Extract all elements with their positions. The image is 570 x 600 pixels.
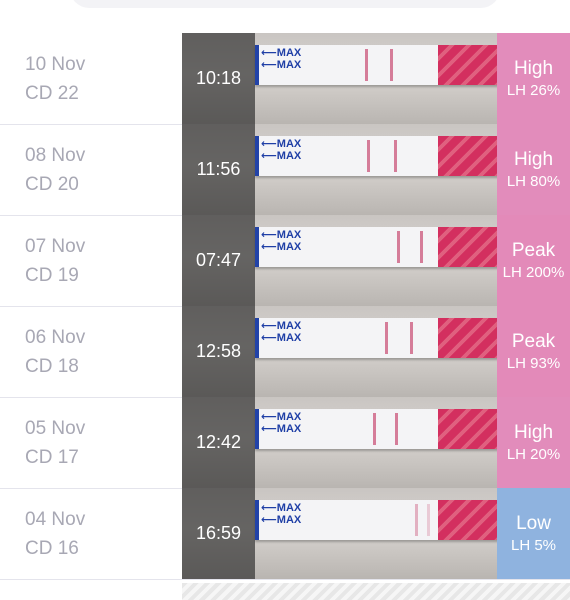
test-row[interactable]: 07 Nov CD 19 ⟵MAX ⟵MAX 07:47 Peak LH 200% [0, 215, 570, 307]
test-strip: ⟵MAX ⟵MAX [255, 45, 497, 85]
date-column: 10 Nov CD 22 [25, 50, 85, 108]
test-time: 11:56 [196, 159, 241, 179]
test-strip-photo[interactable]: ⟵MAX ⟵MAX 12:42 [182, 397, 497, 488]
cycle-day: CD 18 [25, 356, 79, 377]
lh-percent: LH 93% [506, 354, 561, 372]
strip-handle-bar [255, 500, 259, 540]
result-badge: High LH 80% [497, 124, 570, 215]
test-strip-photo[interactable]: ⟵MAX ⟵MAX 11:56 [182, 124, 497, 215]
max-label: ⟵MAX ⟵MAX [261, 47, 302, 71]
search-bar[interactable] [70, 0, 500, 8]
lh-percent: LH 200% [502, 263, 565, 281]
result-badge: High LH 26% [497, 33, 570, 124]
control-line [373, 413, 376, 445]
test-line [427, 504, 430, 536]
test-line [395, 413, 398, 445]
max-label: ⟵MAX ⟵MAX [261, 502, 302, 526]
test-date: 10 Nov [25, 54, 86, 75]
test-date: 04 Nov [25, 509, 86, 530]
date-column: 08 Nov CD 20 [25, 141, 85, 199]
test-row[interactable]: 04 Nov CD 16 ⟵MAX ⟵MAX 16:59 Low LH 5% [0, 488, 570, 580]
result-badge: Peak LH 200% [497, 215, 570, 306]
test-strip-photo[interactable]: ⟵MAX ⟵MAX 12:58 [182, 306, 497, 397]
result-level: High [513, 57, 554, 79]
control-line [385, 322, 388, 354]
test-date: 05 Nov [25, 418, 86, 439]
result-badge: Low LH 5% [497, 488, 570, 579]
result-level: Low [516, 512, 551, 534]
test-strip: ⟵MAX ⟵MAX [255, 136, 497, 176]
cycle-day: CD 16 [25, 538, 79, 559]
test-line [420, 231, 423, 263]
test-row[interactable]: 08 Nov CD 20 ⟵MAX ⟵MAX 11:56 High LH 80% [0, 124, 570, 216]
result-level: High [513, 421, 554, 443]
cycle-day: CD 17 [25, 447, 79, 468]
strip-handle-bar [255, 318, 259, 358]
max-label: ⟵MAX ⟵MAX [261, 411, 302, 435]
lh-percent: LH 20% [506, 445, 561, 463]
control-line [415, 504, 418, 536]
strip-handle-bar [255, 136, 259, 176]
test-line [410, 322, 413, 354]
strip-brand-area [438, 409, 497, 449]
test-row[interactable]: 05 Nov CD 17 ⟵MAX ⟵MAX 12:42 High LH 20% [0, 397, 570, 489]
max-label: ⟵MAX ⟵MAX [261, 320, 302, 344]
test-line [394, 140, 397, 172]
result-badge: Peak LH 93% [497, 306, 570, 397]
date-column: 05 Nov CD 17 [25, 414, 85, 472]
result-level: High [513, 148, 554, 170]
date-column: 07 Nov CD 19 [25, 232, 85, 290]
test-row[interactable]: 06 Nov CD 18 ⟵MAX ⟵MAX 12:58 Peak LH 93% [0, 306, 570, 398]
test-time: 10:18 [195, 68, 242, 88]
cycle-day: CD 20 [25, 174, 79, 195]
lh-percent: LH 5% [510, 536, 557, 554]
control-line [367, 140, 370, 172]
cycle-day: CD 22 [25, 83, 79, 104]
cycle-day: CD 19 [25, 265, 79, 286]
test-time: 12:42 [195, 432, 242, 452]
test-date: 06 Nov [25, 327, 86, 348]
test-date: 07 Nov [25, 236, 86, 257]
result-badge: High LH 20% [497, 397, 570, 488]
strip-brand-area [438, 45, 497, 85]
control-line [397, 231, 400, 263]
result-level: Peak [511, 239, 556, 261]
test-strip: ⟵MAX ⟵MAX [255, 409, 497, 449]
lh-percent: LH 26% [506, 81, 561, 99]
strip-brand-area [438, 136, 497, 176]
result-level: Peak [511, 330, 556, 352]
test-time: 12:58 [195, 341, 242, 361]
test-time: 07:47 [195, 250, 242, 270]
test-line [390, 49, 393, 81]
max-label: ⟵MAX ⟵MAX [261, 138, 302, 162]
test-date: 08 Nov [25, 145, 86, 166]
test-strip-photo[interactable]: ⟵MAX ⟵MAX 07:47 [182, 215, 497, 306]
strip-handle-bar [255, 409, 259, 449]
test-strip: ⟵MAX ⟵MAX [255, 227, 497, 267]
date-column: 06 Nov CD 18 [25, 323, 85, 381]
test-row[interactable]: 10 Nov CD 22 ⟵MAX ⟵MAX 10:18 High LH 26% [0, 33, 570, 125]
test-strip-photo[interactable]: ⟵MAX ⟵MAX 10:18 [182, 33, 497, 124]
test-strip-photo[interactable]: ⟵MAX ⟵MAX 16:59 [182, 488, 497, 579]
strip-brand-area [438, 500, 497, 540]
strip-brand-area [438, 318, 497, 358]
test-time: 16:59 [195, 523, 242, 543]
test-strip: ⟵MAX ⟵MAX [255, 318, 497, 358]
max-label: ⟵MAX ⟵MAX [261, 229, 302, 253]
strip-handle-bar [255, 45, 259, 85]
control-line [365, 49, 368, 81]
test-strip: ⟵MAX ⟵MAX [255, 500, 497, 540]
strip-handle-bar [255, 227, 259, 267]
lh-percent: LH 80% [506, 172, 561, 190]
horizontal-scrollbar[interactable] [182, 583, 570, 600]
date-column: 04 Nov CD 16 [25, 505, 85, 563]
strip-brand-area [438, 227, 497, 267]
